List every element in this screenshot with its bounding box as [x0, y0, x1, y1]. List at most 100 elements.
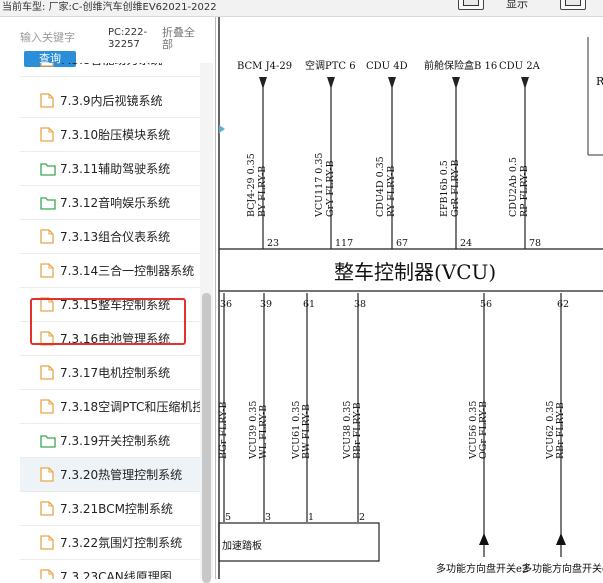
switch-arrow [479, 533, 489, 545]
pin-number: 67 [396, 238, 408, 249]
tree-item[interactable]: 7.3.14三合一控制器系统 [20, 254, 200, 288]
wire-spec: RP FLRY-B [519, 165, 530, 217]
source-label: CDU 4D [366, 61, 408, 72]
tree-item-label: 7.3.14三合一控制器系统 [60, 264, 195, 278]
tree-item[interactable]: 7.3.13组合仪表系统 [20, 220, 200, 254]
source-label: BCM J4-29 [237, 61, 292, 72]
wire-code: BCJ4-29 0.35 [246, 153, 257, 217]
switch-label: 多功能方向盘开关e2 [436, 562, 528, 575]
source-label: 前舱保险盒B 16 [424, 59, 497, 72]
tree-item[interactable]: 7.3.11辅助驾驶系统 [20, 152, 200, 186]
tree-item-label: 7.3.9内后视镜系统 [60, 94, 163, 108]
edge-marker [219, 125, 225, 133]
folder-icon [40, 433, 56, 448]
tree-item-label: 7.3.20热管理控制系统 [60, 468, 183, 482]
folder-icon [40, 195, 56, 210]
tree-item[interactable]: 7.3.21BCM控制系统 [20, 492, 200, 526]
wiring-diagram: R BCM J4-29 BCJ4-29 0.35 BY FLRY-B 23 空调PTC 6… [216, 17, 603, 579]
highlight-box [30, 298, 186, 345]
right-box-label: R [596, 75, 603, 88]
source-label: 空调PTC 6 [305, 59, 356, 72]
pin-number: 62 [557, 299, 569, 310]
tree-item-label: 7.3.11辅助驾驶系统 [60, 162, 171, 176]
tree-item[interactable]: 7.3.12音响娱乐系统 [20, 186, 200, 220]
left-panel: 查询 PC:222-32257 折叠全部 7.3.8智能助力系统7.3.9内后视… [0, 17, 216, 583]
vehicle-value: 厂家:C-创维汽车创维EV62021-2022 [48, 2, 217, 13]
wire-spec: BY FLRY-B [257, 166, 268, 217]
tree-item-label: 7.3.17电机控制系统 [60, 366, 171, 380]
tree-item-label: 7.3.21BCM控制系统 [60, 502, 173, 516]
switch-arrow [556, 533, 566, 545]
end-pin-number: 3 [265, 512, 271, 523]
file-icon [40, 127, 54, 142]
search-input[interactable] [20, 27, 104, 47]
tree-scrollbar[interactable] [200, 63, 213, 583]
tree-item[interactable]: 7.3.22氛围灯控制系统 [20, 526, 200, 560]
tree-item-label: 7.3.22氛围灯控制系统 [60, 536, 183, 550]
wire-arrow [452, 77, 460, 89]
pin-number: 56 [480, 299, 492, 310]
source-label: CDU 2A [499, 61, 541, 72]
wire-spec: RY FLRY-B [386, 166, 397, 217]
tree-item-label: 7.3.12音响娱乐系统 [60, 196, 171, 210]
tree-item[interactable]: 7.3.20热管理控制系统 [20, 458, 200, 492]
window-icon [463, 0, 479, 6]
toolbar-label[interactable]: 显示 [506, 0, 528, 12]
pin-number: 78 [529, 238, 541, 249]
file-icon [40, 365, 54, 380]
file-icon [40, 399, 54, 414]
end-pin-number: 5 [225, 512, 231, 523]
wire-arrow [521, 77, 529, 89]
vehicle-info: 当前车型: 厂家:C-创维汽车创维EV62021-2022 [2, 0, 217, 16]
pin-number: 61 [303, 299, 315, 310]
wire-spec: BW FLRY-B [301, 404, 312, 459]
tree-item[interactable]: 7.3.23CAN线原理图 [20, 560, 200, 579]
tree-item-label: 7.3.8智能助力系统 [60, 63, 163, 68]
toolbar-grid-button[interactable] [560, 0, 586, 10]
pc-code: PC:222-32257 [108, 27, 148, 50]
wire-spec: OGr FLRY-B [478, 401, 489, 459]
tree-item-partial[interactable]: 7.3.8智能助力系统 [20, 63, 200, 77]
pin-number: 23 [267, 238, 279, 249]
wire-arrow [388, 77, 396, 89]
tree-item[interactable]: 7.3.18空调PTC和压缩机控制系统 [20, 390, 200, 424]
tree-item[interactable]: 7.3.9内后视镜系统 [20, 84, 200, 118]
tree-item[interactable]: 7.3.19开关控制系统 [20, 424, 200, 458]
switch-label: 多功能方向盘开关d2 [522, 562, 603, 575]
wire-arrow [327, 77, 335, 89]
file-icon [40, 93, 54, 108]
vehicle-label: 当前车型: [2, 2, 46, 13]
file-icon [40, 263, 54, 278]
tree-item-label: 7.3.18空调PTC和压缩机控制系统 [60, 400, 200, 414]
end-pin-number: 2 [359, 512, 365, 523]
file-icon [40, 467, 54, 482]
diagram-canvas: RBCM J4-29BCJ4-29 0.35 BY FLRY-B23空调PTC 6… [218, 17, 603, 579]
file-icon [40, 63, 54, 67]
tree-item-label: 7.3.13组合仪表系统 [60, 230, 171, 244]
wire-spec: WL FLRY-B [258, 405, 269, 459]
wire-code: CDU4D 0.35 [375, 156, 386, 217]
pin-number: 117 [335, 238, 353, 249]
file-icon [40, 535, 54, 550]
wire-spec: GrR FLRY-B [450, 159, 461, 217]
wire-arrow [259, 77, 267, 89]
tree-item-label: 7.3.10胎压模块系统 [60, 128, 171, 142]
wire-spec: BGr FLRY-B [218, 401, 229, 459]
ecu-title: 整车控制器(VCU) [334, 260, 496, 284]
tree-item-label: 7.3.23CAN线原理图 [60, 570, 172, 579]
collapse-all-button[interactable]: 折叠全部 [162, 27, 202, 51]
pedal-label: 加速踏板 [222, 539, 262, 552]
wire-code: EFB16b 0.5 [439, 160, 450, 217]
pin-number: 38 [354, 299, 366, 310]
end-pin-number: 1 [308, 512, 314, 523]
scroll-thumb[interactable] [202, 293, 211, 583]
wire-spec: RBr FLRY-B [555, 402, 566, 459]
file-icon [40, 229, 54, 244]
toolbar-window-button[interactable] [458, 0, 484, 10]
pin-number: 39 [260, 299, 272, 310]
tree-item[interactable]: 7.3.10胎压模块系统 [20, 118, 200, 152]
tree-item[interactable]: 7.3.17电机控制系统 [20, 356, 200, 390]
pin-number: 24 [460, 238, 472, 249]
pin-number: 36 [220, 299, 232, 310]
file-icon [40, 501, 54, 516]
